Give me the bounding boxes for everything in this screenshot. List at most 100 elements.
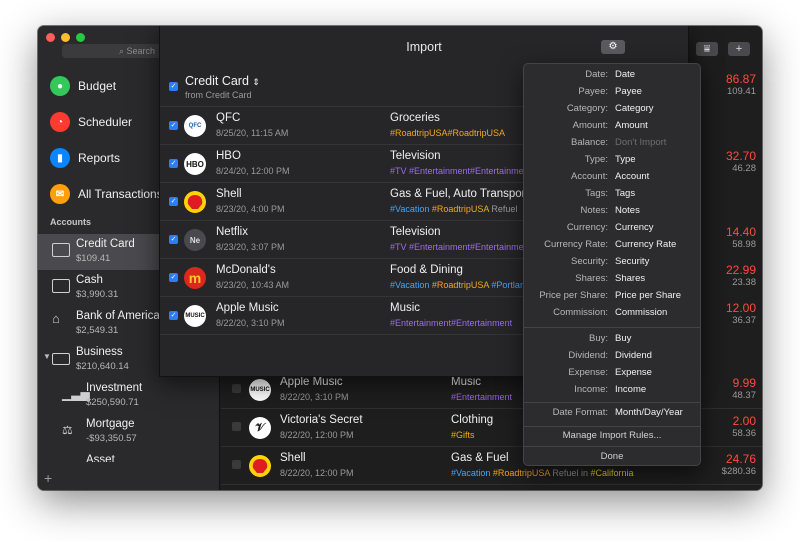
row-checkbox[interactable]: ✓ (169, 311, 178, 320)
field-mapping-row[interactable]: Security: Security (524, 256, 700, 271)
field-value-popup[interactable]: Commission (615, 307, 667, 318)
row-checkbox[interactable] (232, 384, 241, 393)
note: Refuel in (552, 468, 591, 478)
zoom-window-button[interactable] (76, 33, 85, 42)
divider (524, 426, 700, 427)
account-investment[interactable]: ▁▃▅ Investment $250,590.71 (38, 378, 220, 414)
account-balance: -$93,350.57 (86, 433, 137, 444)
account-mortgage[interactable]: ⚖ Mortgage -$93,350.57 (38, 414, 220, 450)
field-mapping-row[interactable]: Tags: Tags (524, 188, 700, 203)
select-all-checkbox[interactable]: ✓ (169, 82, 178, 91)
row-checkbox[interactable]: ✓ (169, 159, 178, 168)
field-value-popup[interactable]: Security (615, 256, 649, 267)
field-value-popup[interactable]: Notes (615, 205, 640, 216)
filter-button[interactable]: ⩸ (696, 42, 718, 56)
sidebar-item-all-transactions[interactable]: ✉ All Transactions (50, 181, 163, 207)
field-mapping-row[interactable]: Date: Date (524, 69, 700, 84)
field-label: Type: (584, 154, 608, 165)
add-transaction-button[interactable]: + (728, 42, 750, 56)
tags: #Gifts (451, 430, 475, 440)
field-value-popup[interactable]: Tags (615, 188, 635, 199)
account-name: Investment (86, 382, 143, 394)
sidebar-item-scheduler[interactable]: ◔ Scheduler (50, 109, 132, 135)
minimize-window-button[interactable] (61, 33, 70, 42)
field-value-popup[interactable]: Account (615, 171, 649, 182)
field-mapping-row[interactable]: Currency: Currency (524, 222, 700, 237)
field-mapping-row[interactable]: Payee: Payee (524, 86, 700, 101)
sidebar-item-label: All Transactions (78, 187, 163, 201)
row-checkbox[interactable] (232, 460, 241, 469)
field-mapping-row[interactable]: Balance: Don't Import (524, 137, 700, 152)
divider (524, 402, 700, 403)
field-mapping-row[interactable]: Category: Category (524, 103, 700, 118)
field-value-popup[interactable]: Don't Import (615, 137, 666, 148)
account-balance: $3,990.31 (76, 289, 119, 300)
type-value-popup[interactable]: Expense (615, 367, 652, 378)
payee: Netflix (216, 226, 248, 238)
close-window-button[interactable] (46, 33, 55, 42)
type-mapping-row[interactable]: Income: Income (524, 384, 700, 399)
field-value-popup[interactable]: Currency Rate (615, 239, 676, 250)
manage-import-rules-button[interactable]: Manage Import Rules... (524, 430, 700, 441)
field-mapping-row[interactable]: Account: Account (524, 171, 700, 186)
field-mapping-row[interactable]: Currency Rate: Currency Rate (524, 239, 700, 254)
row-checkbox[interactable]: ✓ (169, 197, 178, 206)
date-format-row[interactable]: Date Format: Month/Day/Year (524, 407, 700, 422)
type-value-popup[interactable]: Dividend (615, 350, 652, 361)
account-name: Business (76, 346, 123, 358)
field-mapping-row[interactable]: Price per Share: Price per Share (524, 290, 700, 305)
field-value-popup[interactable]: Type (615, 154, 636, 165)
field-value-popup[interactable]: Payee (615, 86, 642, 97)
field-mapping-row[interactable]: Amount: Amount (524, 120, 700, 135)
balance-value: 46.28 (732, 163, 756, 174)
field-mapping-row[interactable]: Type: Type (524, 154, 700, 169)
field-label: Currency: (566, 222, 608, 233)
row-checkbox[interactable]: ✓ (169, 273, 178, 282)
type-label: Income: (574, 384, 608, 395)
sidebar-item-label: Reports (78, 151, 121, 165)
type-mapping-row[interactable]: Buy: Buy (524, 333, 700, 348)
field-label: Price per Share: (539, 290, 608, 301)
all-transactions-icon: ✉ (50, 184, 70, 204)
tag: #Vacation (451, 468, 493, 478)
add-account-button[interactable]: + (44, 470, 52, 486)
disclosure-triangle-icon[interactable]: ▼ (43, 352, 51, 361)
amount-value: 14.40 (725, 225, 756, 239)
done-button[interactable]: Done (524, 451, 700, 462)
sidebar-item-budget[interactable]: ● Budget (50, 73, 116, 99)
payee: Victoria's Secret (280, 414, 363, 426)
field-value-popup[interactable]: Currency (615, 222, 654, 233)
divider (524, 446, 700, 447)
target-account-selector[interactable]: Credit Card ⇕ from Credit Card (185, 74, 260, 100)
balance-value: $280.36 (721, 466, 756, 477)
type-mapping-row[interactable]: Expense: Expense (524, 367, 700, 382)
field-mapping-row[interactable]: Commission: Commission (524, 307, 700, 322)
tag: #RoadtripUSA (431, 280, 492, 290)
folder-icon (52, 353, 70, 365)
row-checkbox[interactable] (232, 422, 241, 431)
field-value-popup[interactable]: Category (615, 103, 654, 114)
type-mapping-row[interactable]: Dividend: Dividend (524, 350, 700, 365)
type-value-popup[interactable]: Buy (615, 333, 631, 344)
payee: HBO (216, 150, 241, 162)
category: Television (390, 150, 441, 162)
account-asset[interactable]: ▭ Asset (38, 450, 220, 462)
date-format-popup[interactable]: Month/Day/Year (615, 407, 683, 418)
field-value-popup[interactable]: Shares (615, 273, 645, 284)
field-mapping-row[interactable]: Notes: Notes (524, 205, 700, 220)
payee: Apple Music (280, 376, 343, 388)
field-mapping-row[interactable]: Shares: Shares (524, 273, 700, 288)
field-value-popup[interactable]: Amount (615, 120, 648, 131)
amount-value: 2.00 (732, 414, 756, 428)
sidebar-item-reports[interactable]: ▮ Reports (50, 145, 120, 171)
date: 8/23/20, 10:43 AM (216, 280, 290, 290)
type-label: Dividend: (568, 350, 608, 361)
tag: #RoadtripUSA (431, 204, 492, 214)
type-value-popup[interactable]: Income (615, 384, 646, 395)
field-value-popup[interactable]: Date (615, 69, 635, 80)
asset-icon: ▭ (62, 459, 80, 462)
row-checkbox[interactable]: ✓ (169, 235, 178, 244)
import-settings-button[interactable]: ⚙ (601, 40, 625, 54)
field-value-popup[interactable]: Price per Share (615, 290, 681, 301)
row-checkbox[interactable]: ✓ (169, 121, 178, 130)
